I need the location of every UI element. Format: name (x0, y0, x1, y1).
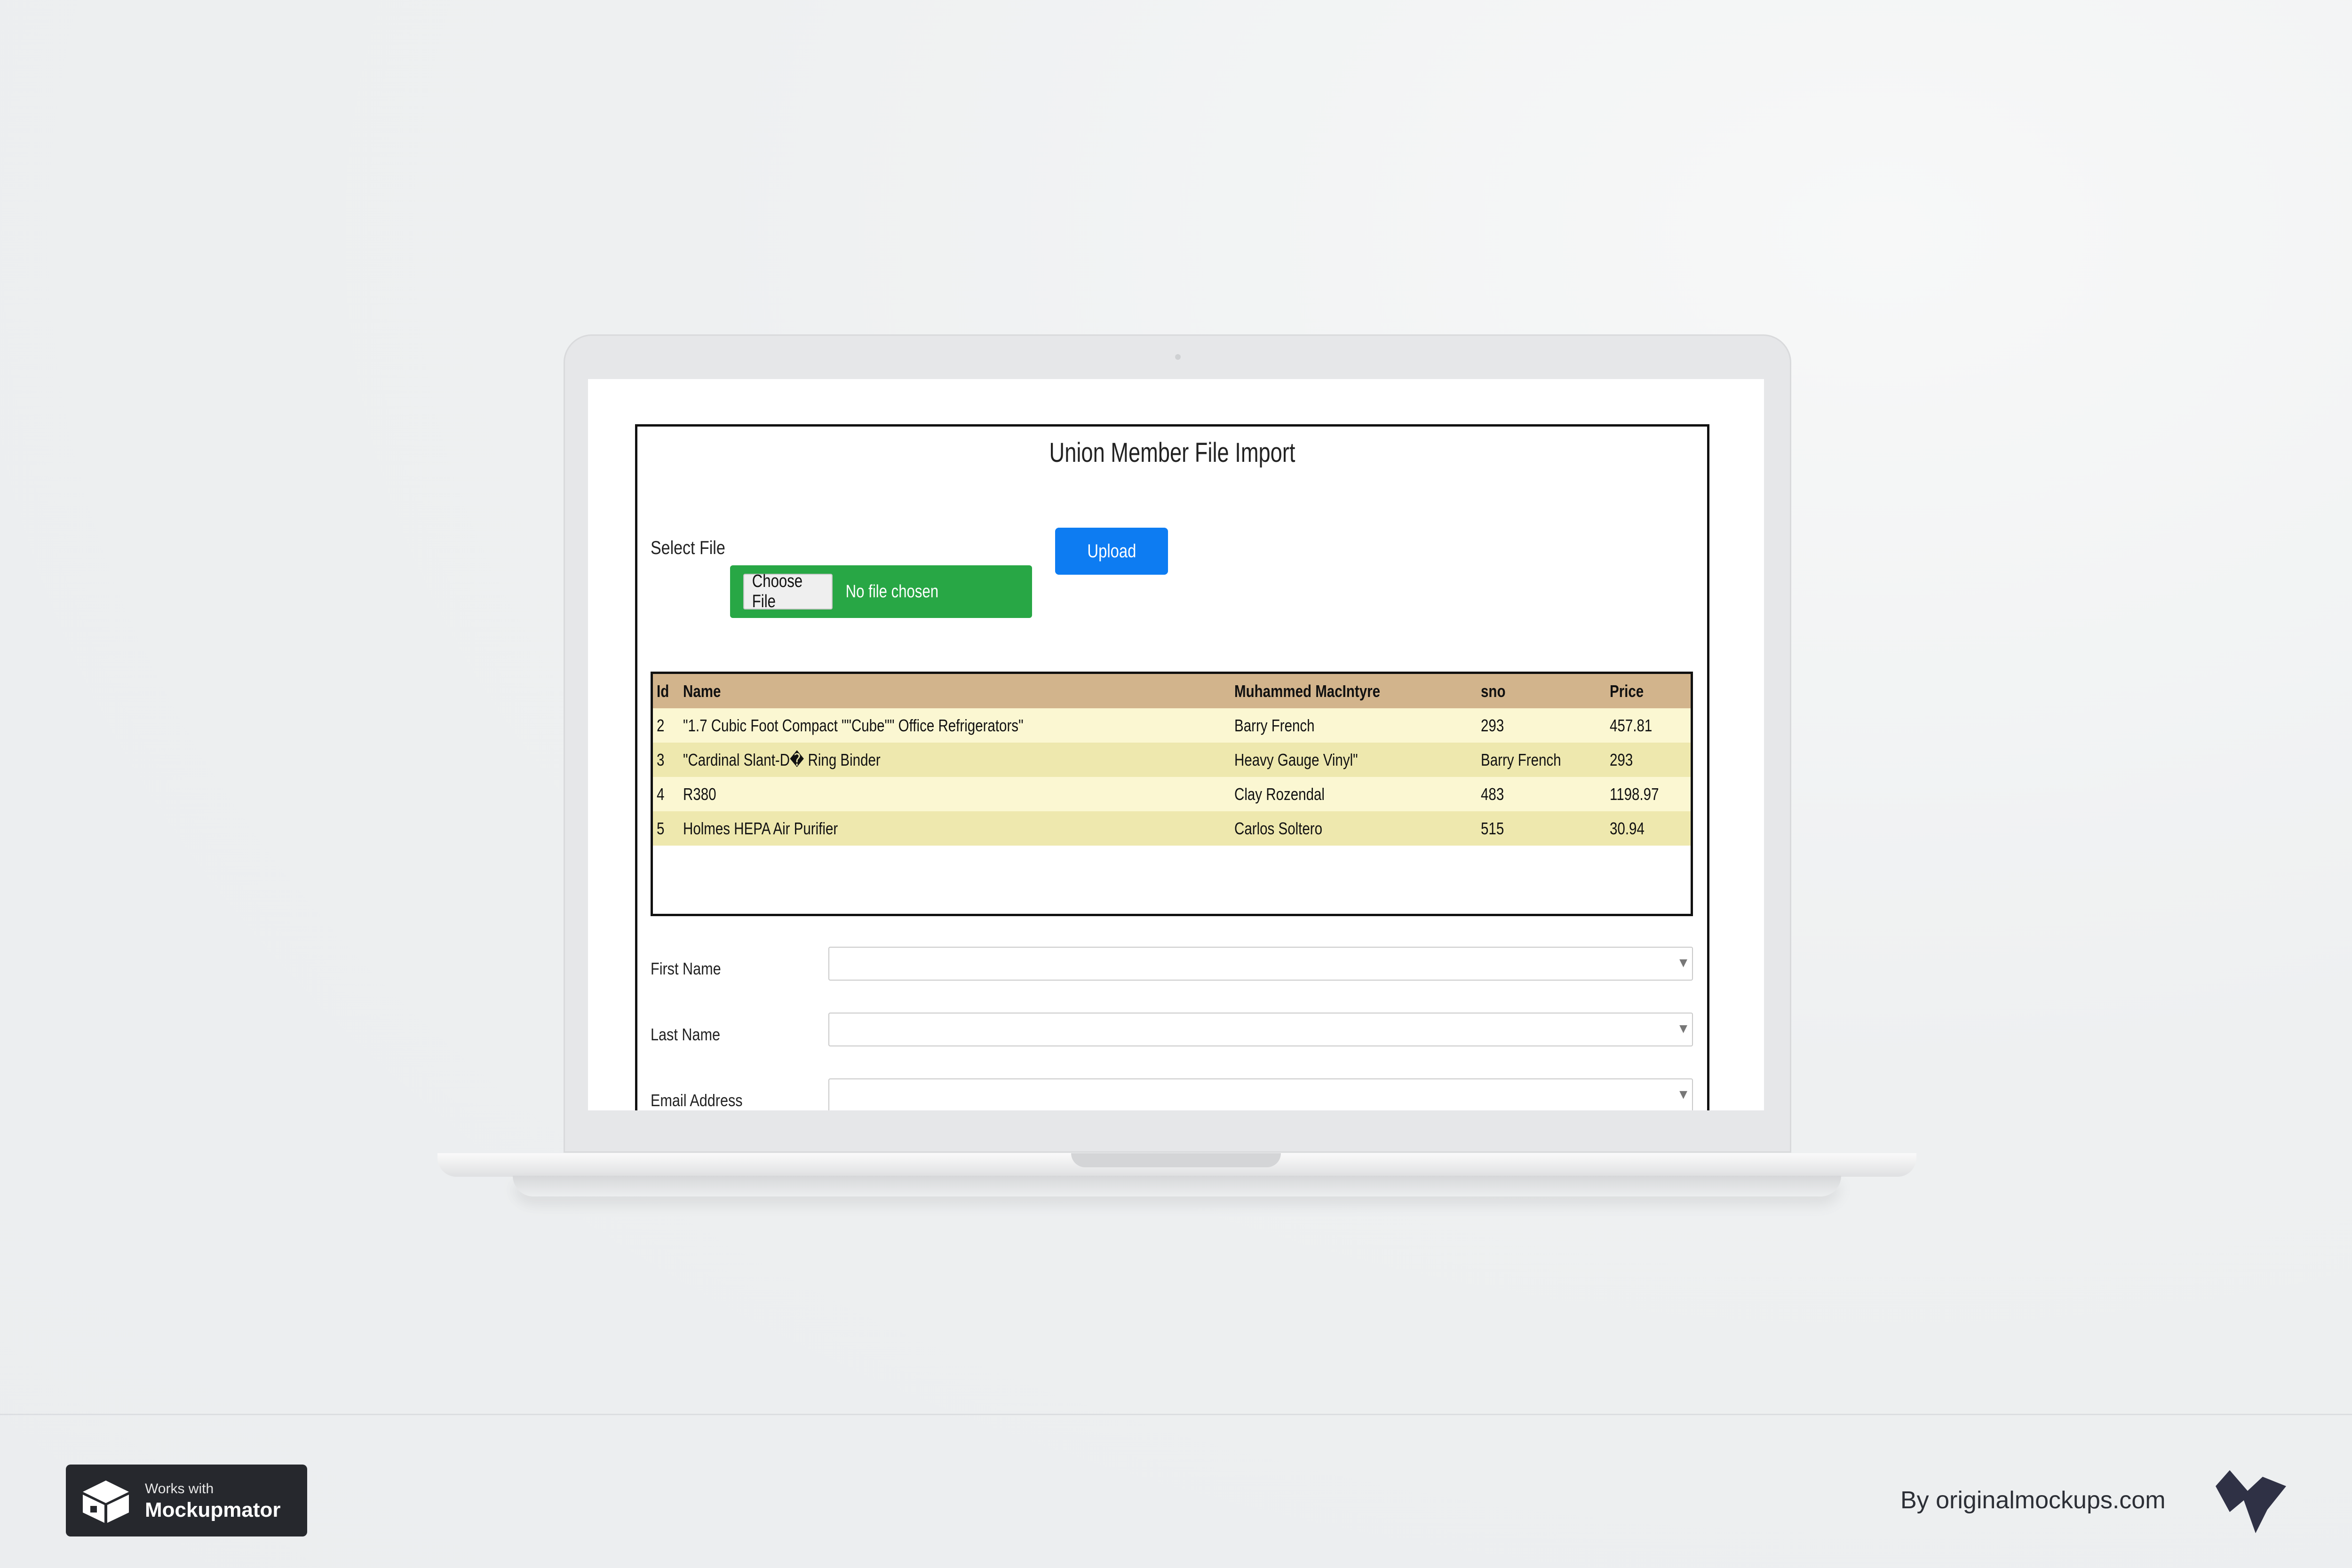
column-header-price: Price (1606, 674, 1691, 708)
table-cell: 293 (1606, 743, 1691, 777)
table-cell: 2 (653, 708, 679, 743)
first-name-select[interactable]: ▼ (828, 947, 1693, 981)
column-header-name: Name (679, 674, 1231, 708)
table-cell: Clay Rozendal (1231, 777, 1477, 811)
table-cell: 4 (653, 777, 679, 811)
email-label: Email Address (651, 1091, 743, 1110)
table-cell: Barry French (1477, 743, 1606, 777)
file-status-text: No file chosen (835, 574, 949, 610)
box-logo-icon (83, 1481, 129, 1523)
table-cell: Barry French (1231, 708, 1477, 743)
email-row: Email Address ▼ (651, 1078, 1693, 1110)
last-name-select[interactable]: ▼ (828, 1013, 1693, 1046)
column-header-sno: sno (1477, 674, 1606, 708)
chevron-down-icon: ▼ (1679, 1023, 1687, 1035)
first-name-label: First Name (651, 959, 721, 978)
table-cell: "1.7 Cubic Foot Compact ""Cube"" Office … (679, 708, 1231, 743)
column-header-id: Id (653, 674, 679, 708)
upload-button[interactable]: Upload (1055, 528, 1168, 575)
credit-text[interactable]: By originalmockups.com (1900, 1486, 2166, 1514)
select-file-label: Select File (651, 538, 725, 558)
chevron-down-icon: ▼ (1679, 1089, 1687, 1101)
table-cell: 5 (653, 811, 679, 846)
first-name-row: First Name ▼ (651, 947, 1693, 984)
choose-file-label: Choose File (752, 571, 803, 611)
table-row: 2 "1.7 Cubic Foot Compact ""Cube"" Offic… (653, 708, 1691, 743)
table-header-row: Id Name Muhammed MacIntyre sno Price (653, 674, 1691, 708)
table-cell: Heavy Gauge Vinyl" (1231, 743, 1477, 777)
table-row: 3 "Cardinal Slant-D� Ring Binder Heavy G… (653, 743, 1691, 777)
file-input[interactable]: Choose File No file chosen (730, 565, 1032, 618)
upload-label: Upload (1087, 540, 1136, 562)
mockupmator-badge[interactable]: Works with Mockupmator (66, 1465, 307, 1536)
column-header-contact: Muhammed MacIntyre (1231, 674, 1477, 708)
camera-dot (1175, 354, 1181, 360)
laptop-base-shadow (513, 1176, 1841, 1196)
last-name-row: Last Name ▼ (651, 1013, 1693, 1050)
last-name-label: Last Name (651, 1025, 720, 1044)
table-cell: 293 (1477, 708, 1606, 743)
table-cell: R380 (679, 777, 1231, 811)
no-file-text: No file chosen (845, 581, 939, 602)
table-cell: Carlos Soltero (1231, 811, 1477, 846)
data-table-container: Id Name Muhammed MacIntyre sno Price 2 "… (651, 672, 1693, 916)
table-cell: Holmes HEPA Air Purifier (679, 811, 1231, 846)
badge-title: Mockupmator (145, 1498, 281, 1521)
email-select[interactable]: ▼ (828, 1078, 1693, 1110)
table-cell: 515 (1477, 811, 1606, 846)
chevron-down-icon: ▼ (1679, 957, 1687, 969)
data-table: Id Name Muhammed MacIntyre sno Price 2 "… (653, 674, 1691, 846)
import-panel: Union Member File Import Select File Cho… (635, 424, 1709, 1110)
choose-file-button[interactable]: Choose File (743, 571, 833, 611)
page-title: Union Member File Import (1049, 437, 1295, 468)
table-cell: 457.81 (1606, 708, 1691, 743)
footer-divider (0, 1414, 2352, 1415)
badge-small-text: Works with (145, 1481, 214, 1497)
table-cell: 1198.97 (1606, 777, 1691, 811)
laptop-screen: Union Member File Import Select File Cho… (588, 379, 1764, 1110)
table-cell: 3 (653, 743, 679, 777)
table-cell: "Cardinal Slant-D� Ring Binder (679, 743, 1231, 777)
table-row: 4 R380 Clay Rozendal 483 1198.97 (653, 777, 1691, 811)
table-cell: 30.94 (1606, 811, 1691, 846)
originalmockups-logo-icon (2216, 1470, 2286, 1533)
table-cell: 483 (1477, 777, 1606, 811)
table-row: 5 Holmes HEPA Air Purifier Carlos Solter… (653, 811, 1691, 846)
laptop-notch (1071, 1153, 1281, 1167)
